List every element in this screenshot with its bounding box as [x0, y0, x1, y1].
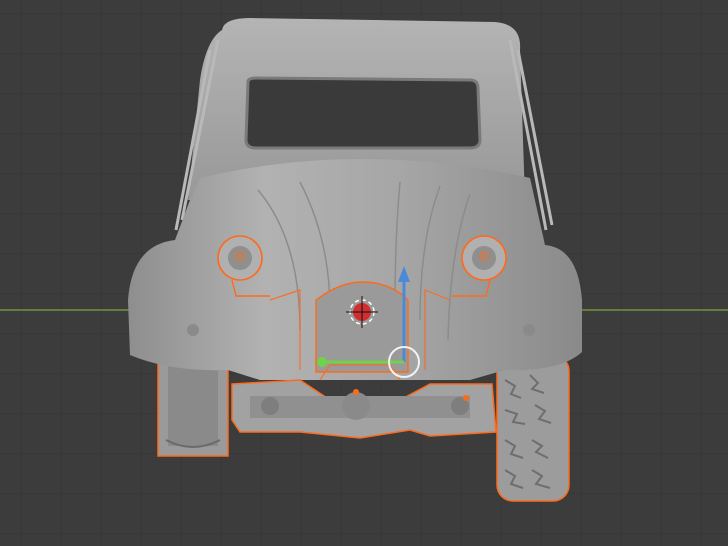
windshield[interactable] [244, 76, 482, 150]
wheel-right[interactable] [496, 354, 570, 502]
fender-bolt-left [187, 324, 199, 336]
arrow-left-icon[interactable] [317, 357, 327, 367]
fender-bolt-right [523, 324, 535, 336]
3d-viewport[interactable] [0, 0, 728, 546]
